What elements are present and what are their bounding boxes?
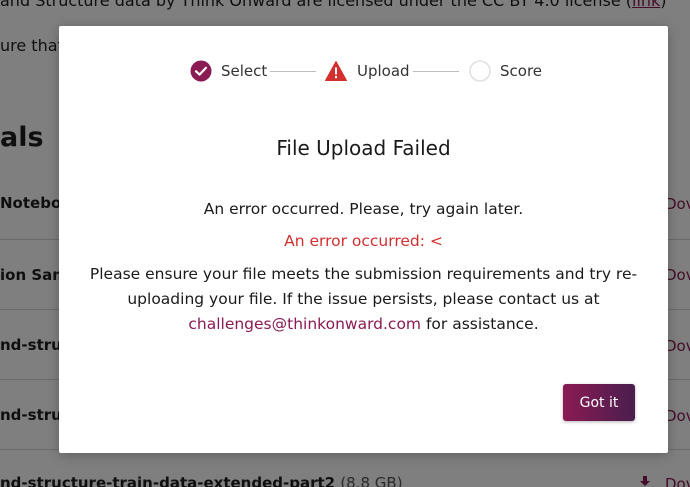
error-detail-message: An error occurred: < [284, 232, 443, 250]
generic-error-message: An error occurred. Please, try again lat… [203, 200, 524, 218]
got-it-button[interactable]: Got it [563, 384, 635, 421]
step-connector [413, 71, 459, 72]
page: and Structure data by Think Onward are l… [0, 0, 690, 487]
help-text-after: for assistance. [421, 315, 539, 333]
upload-stepper: Select Upload Score [59, 60, 668, 82]
empty-circle-icon [469, 60, 491, 82]
dialog-title: File Upload Failed [276, 136, 451, 160]
help-message: Please ensure your file meets the submis… [87, 262, 640, 337]
step-connector [270, 71, 316, 72]
step-label-score: Score [500, 62, 543, 80]
step-label-select: Select [221, 62, 268, 80]
check-circle-icon [190, 60, 212, 82]
warning-triangle-icon [325, 61, 347, 81]
upload-failed-dialog: Select Upload Score File Upload Failed A… [59, 26, 668, 453]
support-email-link[interactable]: challenges@thinkonward.com [188, 315, 421, 333]
step-label-upload: Upload [357, 62, 410, 80]
help-text-before: Please ensure your file meets the submis… [89, 265, 638, 308]
